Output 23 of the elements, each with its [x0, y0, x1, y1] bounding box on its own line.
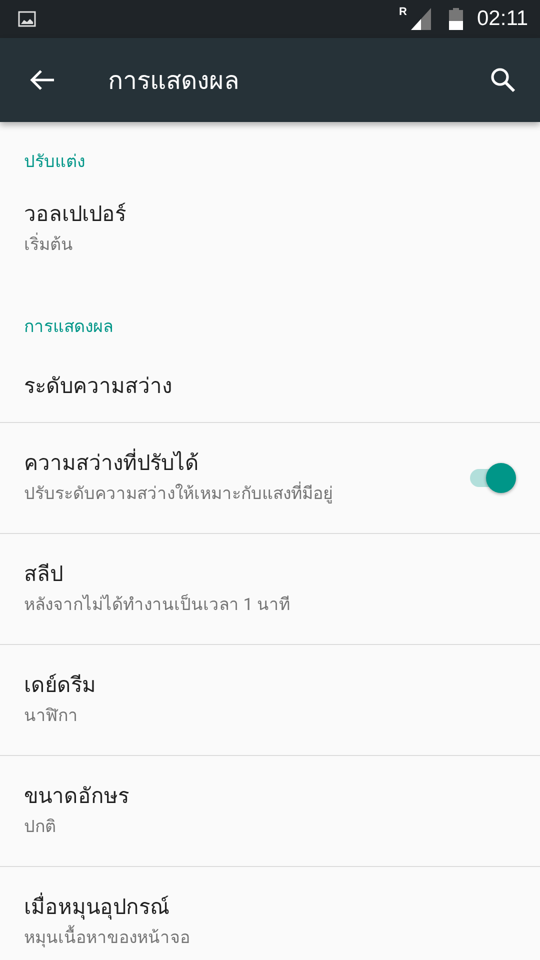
setting-summary: เริ่มต้น — [24, 232, 73, 258]
section-header: การแสดงผล — [23, 316, 114, 339]
setting-title[interactable]: สลีป — [24, 560, 63, 590]
setting-summary: ปรับระดับความสว่างให้เหมาะกับแสงที่มีอยู่ — [24, 481, 333, 507]
setting-summary: นาฬิกา — [24, 705, 78, 728]
back-arrow-icon[interactable] — [29, 69, 55, 91]
battery-icon — [449, 8, 463, 30]
setting-summary: หลังจากไม่ได้ทำงานเป็นเวลา 1 นาที — [24, 593, 290, 617]
setting-title[interactable]: วอลเปเปอร์ — [24, 200, 126, 230]
setting-title[interactable]: เมื่อหมุนอุปกรณ์ — [24, 893, 169, 923]
setting-summary: หมุนเนื้อหาของหน้าจอ — [24, 925, 190, 951]
search-icon[interactable] — [490, 67, 516, 93]
section-header: ปรับแต่ง — [23, 151, 86, 174]
setting-title[interactable]: ความสว่างที่ปรับได้ — [24, 449, 199, 479]
clock: 02:11 — [477, 7, 528, 31]
setting-title[interactable]: ขนาดอักษร — [24, 782, 129, 812]
setting-title[interactable]: เดย์ดรีม — [24, 671, 96, 701]
image-icon — [18, 11, 36, 27]
roaming-indicator: R — [399, 6, 407, 18]
setting-summary: ปกติ — [24, 816, 56, 839]
signal-icon — [411, 8, 431, 30]
setting-title[interactable]: ระดับความสว่าง — [24, 372, 172, 402]
screen-title: การแสดงผล — [108, 66, 240, 98]
